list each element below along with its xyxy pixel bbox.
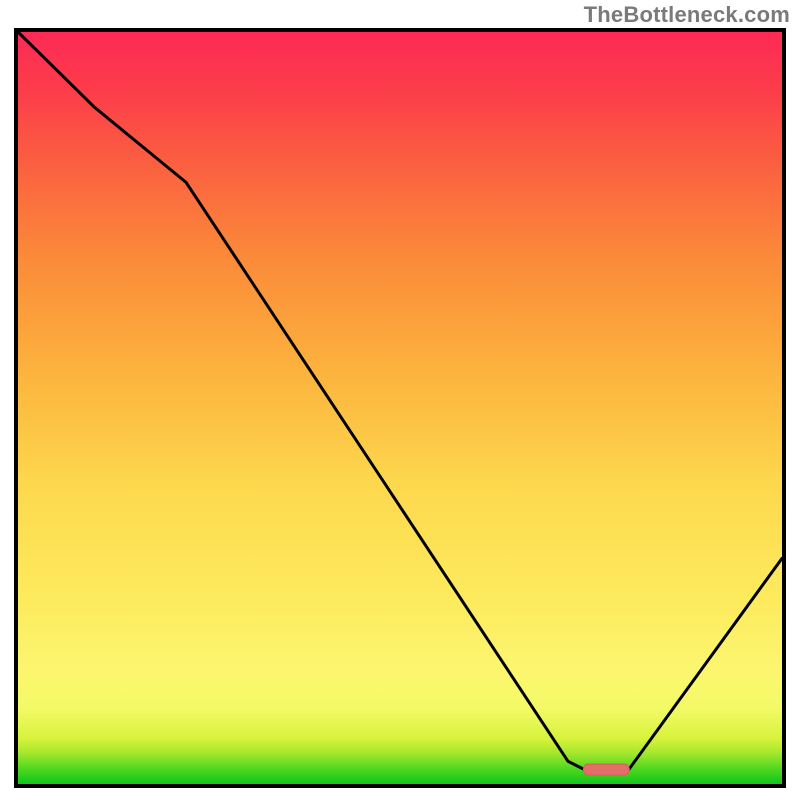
chart-svg [18, 32, 782, 784]
optimum-marker [583, 764, 629, 775]
bottleneck-curve [18, 32, 782, 769]
chart-frame [14, 28, 786, 788]
watermark-text: TheBottleneck.com [584, 2, 790, 28]
